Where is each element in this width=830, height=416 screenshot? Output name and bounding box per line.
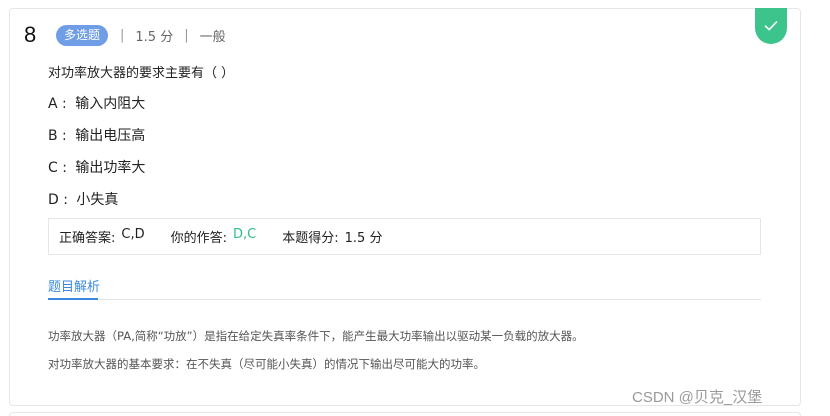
option-letter: B : [48, 128, 67, 144]
question-stem: 对功率放大器的要求主要有（ ） [48, 66, 235, 81]
question-difficulty: 一般 [199, 29, 226, 45]
question-number: 8 [24, 22, 37, 47]
option-text: 输入内阻大 [75, 96, 146, 112]
option-letter: D : [48, 192, 68, 208]
tab-divider [48, 299, 761, 300]
question-score: 1.5 分 [135, 29, 174, 45]
correct-answer-value: C,D [121, 227, 145, 242]
question-points: 本题得分: 1.5 分 [282, 227, 382, 246]
question-meta: | 1.5 分 | 一般 [120, 26, 226, 45]
option-text: 小失真 [76, 192, 119, 208]
answer-summary: 正确答案: C,D 你的作答: D,C 本题得分: 1.5 分 [48, 218, 761, 255]
correct-answer: 正确答案: C,D [59, 227, 145, 246]
tab-analysis[interactable]: 题目解析 [48, 276, 100, 295]
meta-separator: | [184, 27, 189, 43]
your-answer-value: D,C [233, 227, 257, 242]
your-answer-label: 你的作答: [170, 231, 228, 246]
option-text: 输出电压高 [75, 128, 146, 144]
your-answer: 你的作答: D,C [171, 227, 257, 246]
option-letter: C : [48, 160, 67, 176]
option-b: B : 输出电压高 [48, 125, 145, 145]
question-header: 8 多选题 | 1.5 分 | 一般 [24, 22, 226, 48]
tab-active-indicator [48, 298, 98, 300]
option-text: 输出功率大 [75, 160, 146, 176]
correct-answer-label: 正确答案: [59, 231, 116, 246]
option-letter: A : [48, 96, 67, 112]
check-icon [764, 21, 778, 31]
points-label: 本题得分: [282, 231, 339, 246]
option-d: D : 小失真 [48, 189, 118, 209]
points-value: 1.5 分 [344, 231, 383, 246]
analysis-line: 对功率放大器的基本要求：在不失真（尽可能小失真）的情况下输出尽可能大的功率。 [48, 357, 485, 371]
meta-separator: | [120, 27, 125, 43]
question-type-badge: 多选题 [56, 24, 109, 46]
next-question-card [9, 412, 801, 416]
option-a: A : 输入内阻大 [48, 93, 145, 113]
correct-status-marker [755, 8, 787, 44]
watermark: CSDN @贝克_汉堡 [632, 389, 763, 406]
analysis-line: 功率放大器（PA,简称“功放”）是指在给定失真率条件下，能产生最大功率输出以驱动… [48, 329, 584, 343]
option-c: C : 输出功率大 [48, 157, 145, 177]
